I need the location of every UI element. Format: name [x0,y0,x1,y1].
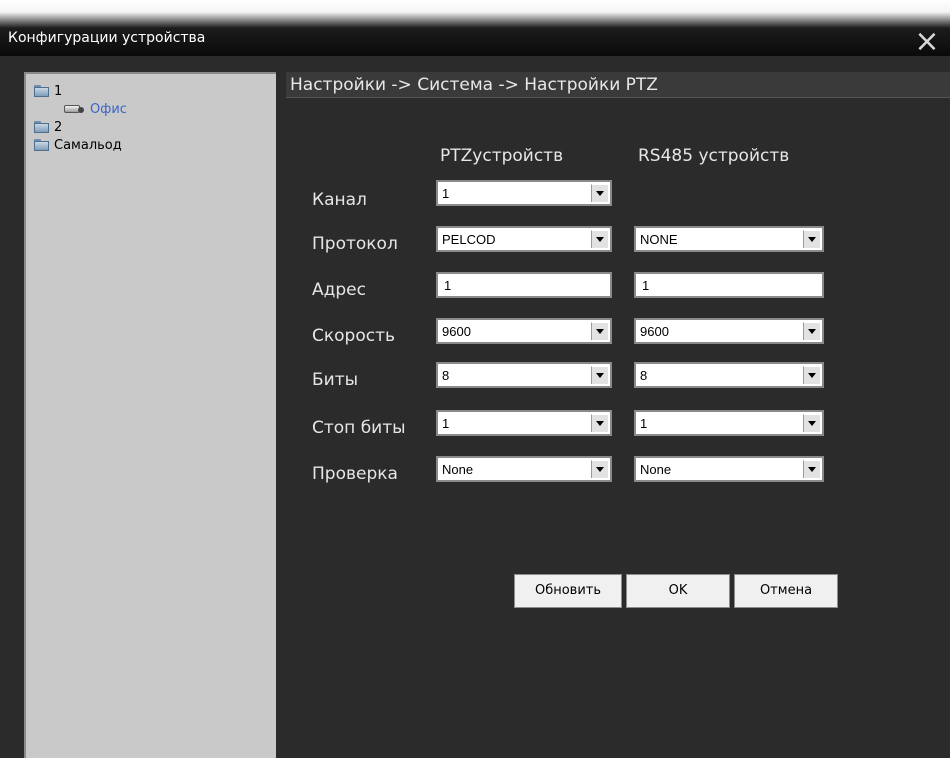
rs485-address-field[interactable]: 1 [634,272,824,298]
chevron-down-icon[interactable] [803,366,820,384]
ptz-stopbits-value: 1 [442,416,450,431]
folder-icon [34,139,50,151]
title-bar: Конфигурации устройства × [0,0,950,57]
ptz-speed-select[interactable]: 9600 [436,318,612,344]
chevron-down-icon[interactable] [591,460,608,478]
protocol-label: Протокол [312,234,398,254]
refresh-button[interactable]: Обновить [514,574,622,608]
cancel-button[interactable]: Отмена [734,574,838,608]
chevron-down-icon[interactable] [803,414,820,432]
ptz-parity-value: None [442,462,474,477]
rs485-protocol-select[interactable]: NONE [634,226,824,252]
tree-item-label: 2 [54,119,63,135]
bits-label: Биты [312,370,359,390]
tree-item-samalod[interactable]: Самальод [34,136,122,154]
rs485-stopbits-value: 1 [640,416,648,431]
channel-value: 1 [442,186,450,201]
chevron-down-icon[interactable] [591,184,608,202]
speed-label: Скорость [312,326,395,346]
column-header-ptz: PTZустройств [440,146,564,166]
ptz-address-field[interactable]: 1 [436,272,612,298]
window-title: Конфигурации устройства [8,30,206,46]
camera-icon [62,102,86,116]
rs485-bits-value: 8 [640,368,648,383]
tree-item-office[interactable]: Офис [62,100,127,118]
rs485-stopbits-select[interactable]: 1 [634,410,824,436]
tree-item-1[interactable]: 1 [34,82,62,100]
tree-item-2[interactable]: 2 [34,118,62,136]
ptz-bits-select[interactable]: 8 [436,362,612,388]
ptz-protocol-value: PELCOD [442,232,496,247]
chevron-down-icon[interactable] [803,322,820,340]
chevron-down-icon[interactable] [803,460,820,478]
stopbits-label: Стоп биты [312,418,406,438]
chevron-down-icon[interactable] [591,414,608,432]
folder-icon [34,85,50,97]
ptz-parity-select[interactable]: None [436,456,612,482]
close-icon[interactable]: × [912,27,942,57]
rs485-bits-select[interactable]: 8 [634,362,824,388]
channel-label: Канал [312,190,367,210]
ptz-protocol-select[interactable]: PELCOD [436,226,612,252]
breadcrumb: Настройки -> Система -> Настройки PTZ [286,72,950,98]
device-config-window: Конфигурации устройства × 1 Офис 2 Самал… [0,0,950,758]
tree-item-label: 1 [54,83,63,99]
rs485-speed-select[interactable]: 9600 [634,318,824,344]
folder-icon [34,121,50,133]
address-label: Адрес [312,280,366,300]
ptz-stopbits-select[interactable]: 1 [436,410,612,436]
rs485-parity-select[interactable]: None [634,456,824,482]
ptz-bits-value: 8 [442,368,450,383]
column-header-rs485: RS485 устройств [638,146,790,166]
device-tree: 1 Офис 2 Самальод [24,72,276,758]
chevron-down-icon[interactable] [591,366,608,384]
ptz-settings-panel: Настройки -> Система -> Настройки PTZ PT… [286,72,950,758]
parity-label: Проверка [312,464,398,484]
chevron-down-icon[interactable] [591,230,608,248]
chevron-down-icon[interactable] [591,322,608,340]
chevron-down-icon[interactable] [803,230,820,248]
ptz-speed-value: 9600 [442,324,471,339]
tree-item-label: Офис [90,101,127,117]
channel-select[interactable]: 1 [436,180,612,206]
rs485-parity-value: None [640,462,672,477]
rs485-protocol-value: NONE [640,232,678,247]
ok-button[interactable]: OK [626,574,730,608]
rs485-speed-value: 9600 [640,324,669,339]
tree-item-label: Самальод [54,137,122,153]
